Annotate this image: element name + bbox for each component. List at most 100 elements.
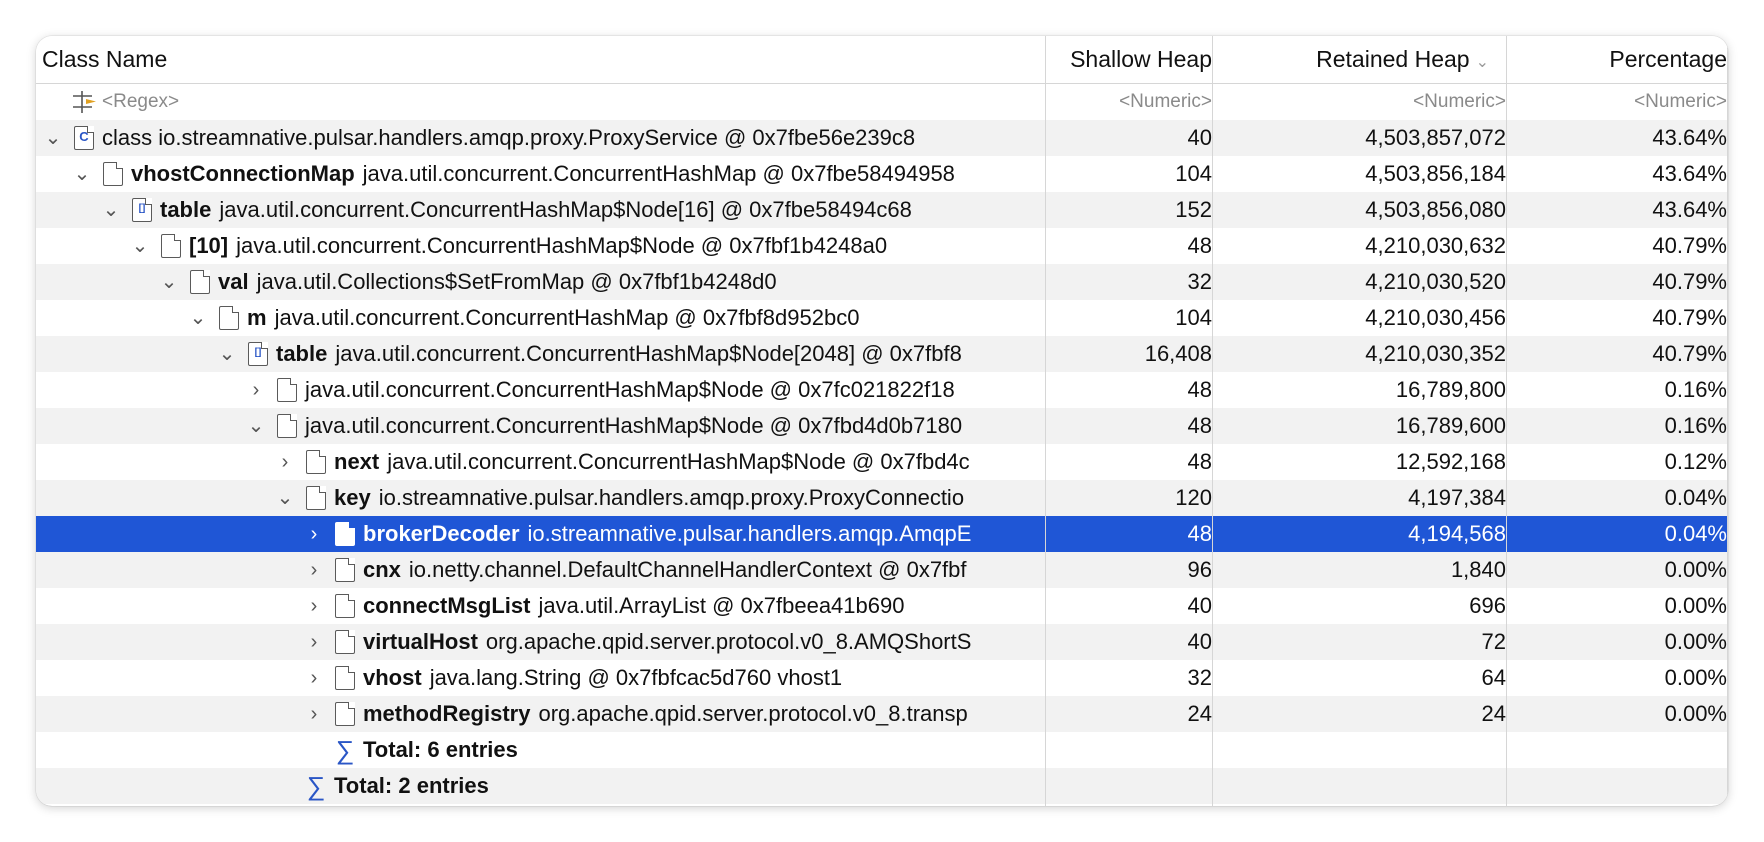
tree-row[interactable]: › brokerDecoder io.streamnative.pulsar.han… <box>36 516 1728 552</box>
object-icon <box>306 486 326 510</box>
retained-heap-value <box>1263 768 1506 804</box>
object-label: java.util.concurrent.ConcurrentHashMap$N… <box>236 233 888 258</box>
chevron-down-icon[interactable]: ⌄ <box>40 120 66 156</box>
object-label: java.util.concurrent.ConcurrentHashMap$N… <box>335 341 962 366</box>
field-name: vhostConnectionMap <box>131 161 355 186</box>
total-label: Total: 2 entries <box>334 773 489 798</box>
retained-heap-value: 4,197,384 <box>1408 485 1506 510</box>
shallow-heap-value: 40 <box>1187 125 1212 150</box>
retained-heap-value: 696 <box>1469 593 1506 618</box>
field-name: next <box>334 449 380 474</box>
tree-row[interactable]: ⌄ java.util.concurrent.ConcurrentHashMap$… <box>36 408 1728 444</box>
chevron-down-icon: ⌄ <box>1475 54 1489 71</box>
chevron-down-icon[interactable]: ⌄ <box>156 264 182 300</box>
retained-heap-value: 24 <box>1481 701 1506 726</box>
percentage-value: 0.00% <box>1664 593 1727 618</box>
tree-row[interactable]: › next java.util.concurrent.ConcurrentHash… <box>36 444 1728 480</box>
total-row[interactable]: ∑ Total: 2 entries <box>36 768 1728 804</box>
object-icon <box>335 666 355 690</box>
column-divider[interactable] <box>1212 36 1213 806</box>
percentage-value: 0.16% <box>1664 377 1727 402</box>
tree-row[interactable]: ⌄ [10] java.util.concurrent.ConcurrentHash… <box>36 228 1728 264</box>
tree-row[interactable]: › java.util.concurrent.ConcurrentHashMap$… <box>36 372 1728 408</box>
column-divider[interactable] <box>1506 36 1507 806</box>
shallow-heap-value: 32 <box>1187 665 1212 690</box>
object-label: java.util.concurrent.ConcurrentHashMap$N… <box>387 449 970 474</box>
chevron-right-icon[interactable]: › <box>301 624 327 660</box>
chevron-right-icon[interactable]: › <box>301 660 327 696</box>
shallow-heap-value: 120 <box>1175 485 1212 510</box>
percentage-value: 43.64% <box>1652 125 1727 150</box>
chevron-down-icon[interactable]: ⌄ <box>69 156 95 192</box>
chevron-down-icon[interactable]: ⌄ <box>243 408 269 444</box>
tree-row[interactable]: ⌄ val java.util.Collections$SetFromMap @ 0… <box>36 264 1728 300</box>
column-header-retained-label: Retained Heap <box>1316 46 1470 72</box>
object-label: io.streamnative.pulsar.handlers.amqp.Amq… <box>527 521 972 546</box>
chevron-down-icon[interactable]: ⌄ <box>214 336 240 372</box>
chevron-right-icon[interactable]: › <box>301 696 327 732</box>
shallow-heap-value <box>1046 732 1212 768</box>
percent-filter-input[interactable]: <Numeric> <box>1507 84 1727 120</box>
object-icon <box>219 306 239 330</box>
object-label: java.lang.String @ 0x7fbfcac5d760 vhost1 <box>429 665 843 690</box>
column-header-shallow-heap[interactable]: Shallow Heap <box>1046 36 1212 83</box>
percentage-value: 0.04% <box>1664 521 1727 546</box>
shallow-heap-value: 96 <box>1187 557 1212 582</box>
shallow-filter-input[interactable]: <Numeric> <box>1046 84 1212 120</box>
tree-row[interactable]: › virtualHost org.apache.qpid.server.proto… <box>36 624 1728 660</box>
tree-row[interactable]: ⌄ Cclass io.streamnative.pulsar.handlers.… <box>36 120 1728 156</box>
object-label: java.util.concurrent.ConcurrentHashMap$N… <box>305 413 963 438</box>
tree-row[interactable]: › connectMsgList java.util.ArrayList @ 0x7… <box>36 588 1728 624</box>
chevron-right-icon[interactable]: › <box>243 372 269 408</box>
tree-row[interactable]: › methodRegistry org.apache.qpid.server.pr… <box>36 696 1728 732</box>
tree-row[interactable]: ⌄ key io.streamnative.pulsar.handlers.amqp… <box>36 480 1728 516</box>
column-divider[interactable] <box>1727 36 1728 806</box>
retained-filter-input[interactable]: <Numeric> <box>1263 84 1506 120</box>
chevron-down-icon[interactable]: ⌄ <box>127 228 153 264</box>
column-divider[interactable] <box>1045 36 1046 806</box>
object-label: org.apache.qpid.server.protocol.v0_8.tra… <box>538 701 968 726</box>
total-row[interactable]: ∑ Total: 6 entries <box>36 732 1728 768</box>
object-label: java.util.concurrent.ConcurrentHashMap @… <box>362 161 955 186</box>
shallow-heap-value: 32 <box>1187 269 1212 294</box>
regex-filter-icon <box>73 91 96 113</box>
percentage-value: 0.00% <box>1664 557 1727 582</box>
shallow-heap-value: 48 <box>1187 377 1212 402</box>
chevron-right-icon[interactable]: › <box>272 444 298 480</box>
shallow-heap-value: 48 <box>1187 233 1212 258</box>
regex-filter-input[interactable]: <Regex> <box>102 84 179 120</box>
chevron-right-icon[interactable]: › <box>301 552 327 588</box>
percentage-value: 40.79% <box>1652 269 1727 294</box>
object-label: java.util.ArrayList @ 0x7fbeea41b690 <box>538 593 905 618</box>
retained-heap-value: 16,789,600 <box>1395 413 1506 438</box>
tree-row[interactable]: ⌄ [] table java.util.concurrent.ConcurrentH… <box>36 192 1728 228</box>
tree-row[interactable]: › vhost java.lang.String @ 0x7fbfcac5d760 … <box>36 660 1728 696</box>
chevron-right-icon[interactable]: › <box>301 588 327 624</box>
field-name: methodRegistry <box>363 701 531 726</box>
tree-row[interactable]: › cnx io.netty.channel.DefaultChannelHandl… <box>36 552 1728 588</box>
column-header-percentage[interactable]: Percentage <box>1507 36 1727 83</box>
object-label: java.util.concurrent.ConcurrentHashMap$N… <box>219 197 912 222</box>
object-label: io.streamnative.pulsar.handlers.amqp.pro… <box>378 485 965 510</box>
percentage-value <box>1507 732 1727 768</box>
retained-heap-value: 4,503,856,184 <box>1365 161 1506 186</box>
chevron-down-icon[interactable]: ⌄ <box>98 192 124 228</box>
object-label: class io.streamnative.pulsar.handlers.am… <box>102 125 916 150</box>
chevron-down-icon[interactable]: ⌄ <box>185 300 211 336</box>
shallow-heap-value: 48 <box>1187 521 1212 546</box>
array-icon: [] <box>132 198 152 222</box>
chevron-right-icon[interactable]: › <box>301 516 327 552</box>
column-header-bar: Class Name Shallow Heap Retained Heap ⌄ P… <box>36 36 1728 84</box>
chevron-down-icon[interactable]: ⌄ <box>272 480 298 516</box>
object-label: java.util.concurrent.ConcurrentHashMap$N… <box>305 377 955 402</box>
column-header-retained-heap[interactable]: Retained Heap ⌄ <box>1213 36 1489 83</box>
tree-row[interactable]: ⌄ vhostConnectionMap java.util.concurrent.… <box>36 156 1728 192</box>
tree-row[interactable]: ⌄ m java.util.concurrent.ConcurrentHashMap… <box>36 300 1728 336</box>
retained-heap-value: 4,503,857,072 <box>1365 125 1506 150</box>
percentage-value: 0.00% <box>1664 629 1727 654</box>
tree-row[interactable]: ⌄ [] table java.util.concurrent.ConcurrentH… <box>36 336 1728 372</box>
retained-heap-value: 4,194,568 <box>1408 521 1506 546</box>
column-header-class-name[interactable]: Class Name <box>42 36 1032 83</box>
retained-heap-value: 1,840 <box>1450 557 1506 582</box>
field-name: [10] <box>189 233 229 258</box>
